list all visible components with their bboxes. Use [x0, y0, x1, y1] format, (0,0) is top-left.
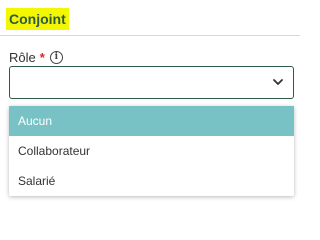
role-label: Rôle — [9, 49, 36, 65]
role-select[interactable] — [9, 66, 294, 99]
info-icon[interactable]: i — [49, 50, 63, 64]
role-dropdown-list: Aucun Collaborateur Salarié — [9, 106, 294, 196]
option-collaborateur[interactable]: Collaborateur — [9, 136, 294, 166]
required-mark: * — [39, 49, 45, 65]
role-label-row: Rôle * i — [9, 49, 63, 65]
option-salarie[interactable]: Salarié — [9, 166, 294, 196]
section-title: Conjoint — [6, 8, 69, 30]
chevron-down-icon[interactable] — [272, 77, 284, 87]
option-aucun[interactable]: Aucun — [9, 106, 294, 136]
title-divider — [0, 35, 300, 36]
